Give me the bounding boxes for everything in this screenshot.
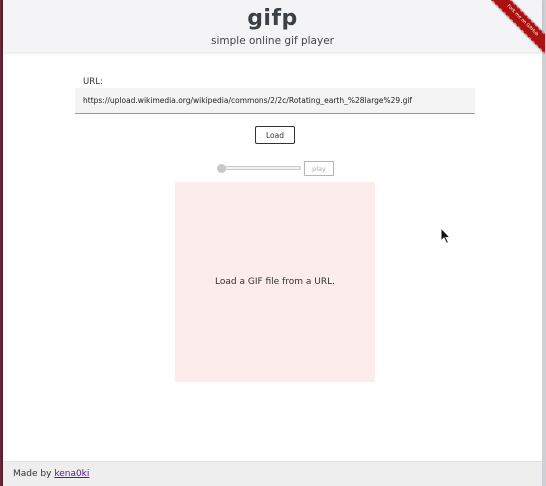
player-message: Load a GIF file from a URL.	[215, 277, 335, 287]
mouse-cursor-icon	[440, 227, 452, 245]
frame-slider-thumb[interactable]	[217, 164, 226, 173]
load-button[interactable]: Load	[255, 126, 295, 144]
site-footer: Made by kena0ki	[3, 461, 542, 486]
site-header: gifp simple online gif player Fork me on…	[3, 0, 545, 54]
footer-credit: Made by kena0ki	[13, 468, 89, 481]
site-subtitle: simple online gif player	[211, 35, 334, 47]
footer-made-by: Made by	[13, 469, 52, 479]
url-input[interactable]	[75, 88, 475, 114]
author-link[interactable]: kena0ki	[54, 469, 89, 479]
frame-slider[interactable]	[219, 166, 301, 170]
github-ribbon[interactable]: Fork me on GitHub	[491, 0, 545, 54]
github-ribbon-label[interactable]: Fork me on GitHub	[491, 0, 545, 54]
play-button[interactable]: play	[304, 161, 334, 176]
gif-display-area: Load a GIF file from a URL.	[175, 182, 375, 382]
page: gifp simple online gif player Fork me on…	[3, 0, 545, 486]
url-label: URL:	[83, 77, 103, 87]
site-title: gifp	[247, 6, 298, 31]
